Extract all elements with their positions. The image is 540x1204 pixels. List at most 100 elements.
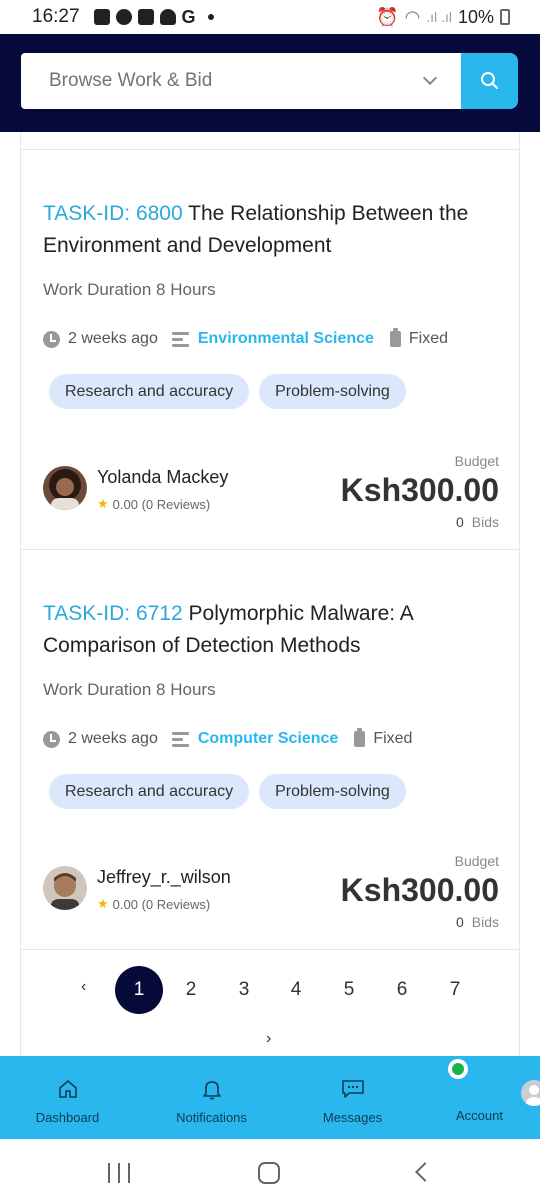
status-left: 16:27 G bbox=[32, 6, 214, 28]
avatar[interactable] bbox=[43, 866, 87, 910]
budget-amount: Ksh300.00 bbox=[340, 472, 499, 508]
budget-label: Budget bbox=[454, 853, 499, 869]
bids-count: 0 bbox=[455, 514, 464, 530]
price-type-icon bbox=[354, 728, 366, 747]
price-type-icon bbox=[389, 328, 401, 347]
task-list: TASK-ID: 6800 The Relationship Between t… bbox=[20, 132, 520, 1056]
battery-level: 10% bbox=[457, 6, 494, 27]
price-type: Fixed bbox=[373, 730, 413, 747]
search-button[interactable] bbox=[461, 53, 518, 109]
nav-dashboard[interactable]: Dashboard bbox=[0, 1056, 135, 1139]
pagination: ‹ 1 2 3 4 5 6 7 › bbox=[21, 964, 519, 1056]
avatar[interactable] bbox=[43, 466, 87, 510]
nav-account[interactable]: Account bbox=[412, 1056, 540, 1139]
page-button-6[interactable]: 6 bbox=[378, 966, 426, 1014]
back-button[interactable] bbox=[415, 1162, 435, 1182]
prev-page-button[interactable]: ‹ bbox=[81, 978, 86, 996]
nav-notifications[interactable]: Notifications bbox=[144, 1056, 279, 1139]
page-button-5[interactable]: 5 bbox=[325, 966, 373, 1014]
avatar-image bbox=[43, 466, 87, 510]
alert-icon bbox=[137, 9, 154, 25]
gallery-icon bbox=[93, 9, 110, 25]
page-button-1[interactable]: 1 bbox=[115, 966, 163, 1014]
account-avatar-icon bbox=[521, 1080, 540, 1106]
browse-select[interactable]: Browse Work & Bid bbox=[21, 53, 461, 109]
client-rating: ★ 0.00 (0 Reviews) bbox=[97, 896, 210, 912]
page-button-7[interactable]: 7 bbox=[431, 966, 479, 1014]
posted-time: 2 weeks ago bbox=[68, 330, 158, 347]
page-button-3[interactable]: 3 bbox=[220, 966, 268, 1014]
client-name[interactable]: Yolanda Mackey bbox=[97, 467, 228, 488]
client-name[interactable]: Jeffrey_r._wilson bbox=[97, 867, 231, 888]
skill-tag[interactable]: Research and accuracy bbox=[49, 774, 250, 809]
wifi-icon: ◠ bbox=[404, 6, 421, 27]
budget-amount: Ksh300.00 bbox=[340, 872, 499, 908]
bell-icon bbox=[202, 1081, 221, 1100]
search-icon bbox=[480, 72, 498, 89]
bids-label: Bids bbox=[471, 914, 499, 930]
rating-text: 0.00 (0 Reviews) bbox=[112, 896, 211, 912]
task-title[interactable]: TASK-ID: 6800 The Relationship Between t… bbox=[43, 198, 483, 262]
skill-tag[interactable]: Problem-solving bbox=[259, 774, 406, 809]
work-duration: Work Duration 8 Hours bbox=[43, 680, 216, 699]
bids-info: 0 Bids bbox=[456, 914, 499, 930]
more-dot-icon bbox=[207, 14, 214, 20]
category-link[interactable]: Environmental Science bbox=[198, 330, 374, 348]
signal-icon: .ıl .ıl bbox=[426, 9, 452, 25]
avatar-image bbox=[43, 866, 87, 910]
rating-text: 0.00 (0 Reviews) bbox=[112, 496, 211, 512]
client-rating: ★ 0.00 (0 Reviews) bbox=[97, 496, 210, 512]
task-id[interactable]: TASK-ID: 6800 bbox=[43, 202, 183, 225]
category-link[interactable]: Computer Science bbox=[198, 730, 338, 748]
bids-info: 0 Bids bbox=[456, 514, 499, 530]
message-icon bbox=[341, 1080, 364, 1098]
snapchat-icon bbox=[159, 9, 176, 25]
nav-messages[interactable]: Messages bbox=[285, 1056, 420, 1139]
header: Browse Work & Bid bbox=[0, 34, 540, 132]
battery-icon bbox=[500, 9, 510, 25]
chevron-down-icon bbox=[422, 70, 438, 86]
chat-icon bbox=[115, 9, 132, 25]
nav-dashboard-label: Dashboard bbox=[35, 1110, 100, 1125]
recent-apps-button[interactable] bbox=[108, 1163, 130, 1183]
home-button[interactable] bbox=[258, 1162, 280, 1184]
status-time: 16:27 bbox=[32, 6, 80, 27]
task-card[interactable]: TASK-ID: 6800 The Relationship Between t… bbox=[21, 150, 519, 550]
home-icon bbox=[58, 1080, 77, 1098]
page-button-4[interactable]: 4 bbox=[272, 966, 320, 1014]
task-meta: 2 weeks ago Computer Science Fixed bbox=[43, 728, 413, 748]
nav-account-label: Account bbox=[456, 1108, 503, 1123]
task-meta: 2 weeks ago Environmental Science Fixed bbox=[43, 328, 449, 348]
task-title[interactable]: TASK-ID: 6712 Polymorphic Malware: A Com… bbox=[43, 598, 483, 662]
nav-messages-label: Messages bbox=[322, 1110, 383, 1125]
budget-label: Budget bbox=[454, 453, 499, 469]
online-status-icon bbox=[448, 1059, 468, 1079]
status-bar: 16:27 G ⏰ ◠ .ıl .ıl 10% bbox=[0, 0, 540, 34]
category-icon bbox=[171, 731, 189, 747]
skill-tags: Research and accuracy Problem-solving bbox=[49, 374, 406, 409]
posted-time: 2 weeks ago bbox=[68, 730, 158, 747]
status-right: ⏰ ◠ .ıl .ıl 10% bbox=[376, 7, 510, 28]
system-nav bbox=[0, 1139, 540, 1204]
bids-label: Bids bbox=[471, 514, 499, 530]
star-icon: ★ bbox=[97, 896, 109, 911]
task-id[interactable]: TASK-ID: 6712 bbox=[43, 602, 183, 625]
next-page-button[interactable]: › bbox=[266, 1030, 271, 1048]
page-button-2[interactable]: 2 bbox=[167, 966, 215, 1014]
browse-select-placeholder: Browse Work & Bid bbox=[49, 70, 213, 91]
star-icon: ★ bbox=[97, 496, 109, 511]
skill-tag[interactable]: Research and accuracy bbox=[49, 374, 250, 409]
bids-count: 0 bbox=[455, 914, 464, 930]
work-duration: Work Duration 8 Hours bbox=[43, 280, 216, 299]
category-icon bbox=[171, 331, 189, 347]
skill-tags: Research and accuracy Problem-solving bbox=[49, 774, 406, 809]
task-card[interactable]: TASK-ID: 6712 Polymorphic Malware: A Com… bbox=[21, 550, 519, 950]
bottom-nav: Dashboard Notifications Messages Account bbox=[0, 1056, 540, 1139]
price-type: Fixed bbox=[408, 330, 449, 347]
skill-tag[interactable]: Problem-solving bbox=[259, 374, 406, 409]
clock-icon bbox=[43, 330, 60, 348]
nav-notifications-label: Notifications bbox=[176, 1110, 247, 1125]
alarm-icon: ⏰ bbox=[376, 6, 399, 27]
google-icon: G bbox=[181, 6, 196, 27]
clock-icon bbox=[43, 730, 60, 748]
